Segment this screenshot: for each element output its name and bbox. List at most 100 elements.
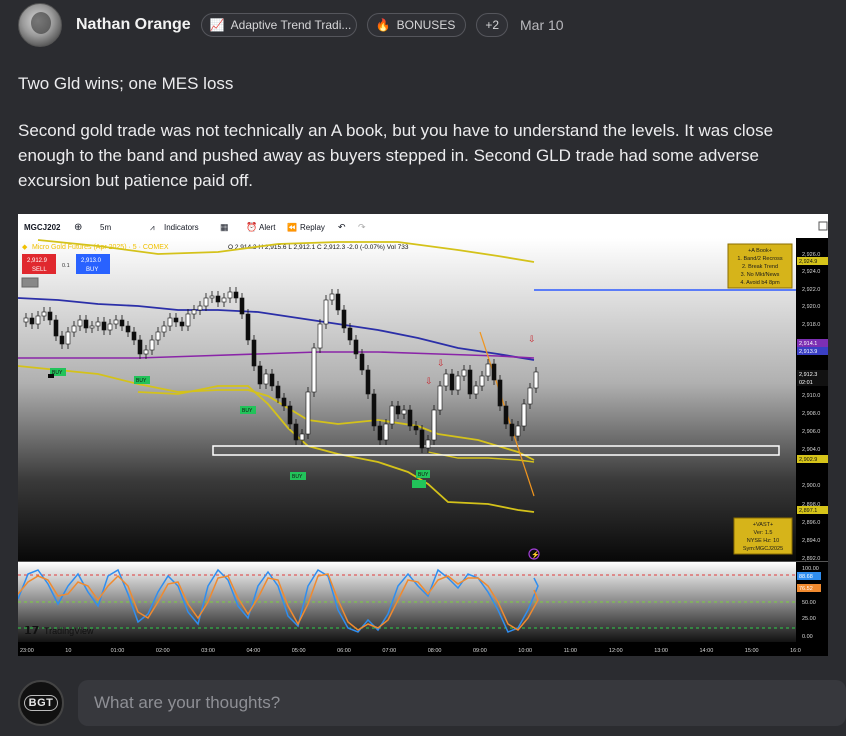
candle-body [137, 339, 143, 355]
chart-icon: 📈 [209, 18, 225, 32]
time-axis-label: 04:00 [247, 648, 261, 654]
redo-icon: ↷ [358, 222, 366, 232]
instrument-label: Micro Gold Futures (Apr 2025) · 5 · COME… [32, 244, 169, 251]
candle-body [479, 375, 485, 387]
sell-label: SELL [32, 267, 47, 273]
candle-body [173, 317, 179, 323]
candle-body [449, 373, 455, 391]
time-axis-label: 01:00 [111, 648, 125, 654]
candle-body [227, 291, 233, 299]
tradingview-watermark: TradingView [44, 626, 94, 636]
candle-body [533, 371, 539, 389]
candle-body [53, 319, 59, 337]
chart-screenshot[interactable]: MGCJ202 ⊕ 5m ⩘ Indicators ▦ ⏰ Alert ⏪ Re… [18, 214, 828, 656]
time-axis-label: 12:00 [609, 648, 623, 654]
candle-body [317, 323, 323, 349]
candle-body [359, 353, 365, 371]
candle-body [389, 405, 395, 425]
candle-body [179, 321, 185, 327]
candle-body [89, 325, 95, 329]
a-book-line: 4. Avoid b4 8pm [740, 280, 780, 286]
price-axis-label: 2,906.0 [802, 429, 820, 435]
candle-body [461, 369, 467, 377]
author-name[interactable]: Nathan Orange [76, 16, 191, 34]
replay-label: Replay [300, 223, 325, 232]
candle-body [509, 423, 515, 437]
candle-body [29, 317, 35, 325]
vast-line: NYSE Hz: 10 [747, 538, 779, 544]
user-avatar[interactable]: BGT [18, 680, 64, 726]
chart-toolbar [18, 214, 828, 238]
candle-body [71, 325, 77, 333]
osc-axis-label: 100.00 [802, 566, 819, 572]
candle-body [47, 311, 53, 321]
osc-axis-label: 50.00 [802, 600, 816, 606]
candle-body [155, 331, 161, 341]
svg-text:BUY: BUY [136, 378, 147, 384]
candle-body [401, 409, 407, 415]
candle-body [149, 339, 155, 351]
alert-icon: ⏰ [246, 221, 257, 232]
svg-text:BUY: BUY [242, 408, 253, 414]
candle-body [251, 339, 257, 367]
candle-body [107, 323, 113, 331]
candle-body [239, 297, 245, 315]
indicators-label: Indicators [164, 223, 199, 232]
add-symbol-icon: ⊕ [74, 222, 82, 233]
candle-body [257, 365, 263, 385]
candle-body [467, 369, 473, 395]
bonuses-tag[interactable]: 🔥 BONUSES [366, 13, 467, 37]
candle-body [347, 327, 353, 341]
more-tags-badge[interactable]: +2 [476, 13, 509, 37]
price-tag-label: 2,914.1 [799, 341, 817, 347]
layout-icon: ▦ [220, 222, 229, 232]
comment-input[interactable] [78, 680, 846, 726]
candle-body [377, 425, 383, 441]
price-axis-label: 2,910.0 [802, 393, 820, 399]
bgt-logo-text: BGT [23, 695, 59, 711]
candle-body [143, 349, 149, 355]
candle-body [95, 321, 101, 327]
candle-body [167, 317, 173, 327]
svg-text:BUY: BUY [292, 474, 303, 480]
time-axis-label: 23:00 [20, 648, 34, 654]
price-tag-label: 2,912.3 [799, 372, 817, 378]
svg-text:BUY: BUY [418, 472, 429, 478]
candle-body [383, 423, 389, 441]
candle-body [41, 311, 47, 317]
alert-label: Alert [259, 223, 276, 232]
indicators-icon: ⩘ [150, 223, 155, 232]
spread-value: 0.1 [62, 263, 70, 269]
candle-body [125, 325, 131, 333]
candle-body [431, 409, 437, 441]
candle-body [341, 309, 347, 329]
sell-price: 2,912.9 [27, 258, 48, 264]
candle-body [119, 319, 125, 327]
undo-icon: ↶ [338, 222, 346, 232]
price-axis-label: 2,908.0 [802, 411, 820, 417]
time-axis-label: 07:00 [382, 648, 396, 654]
svg-text:⚡: ⚡ [531, 550, 540, 559]
course-tag[interactable]: 📈 Adaptive Trend Tradi... [200, 13, 357, 37]
candle-body [455, 375, 461, 391]
osc-axis-label: 0.00 [802, 634, 813, 640]
time-axis-label: 08:00 [428, 648, 442, 654]
candle-body [365, 369, 371, 395]
candle-body [437, 385, 443, 411]
price-axis-label: 2,920.0 [802, 304, 820, 310]
author-avatar[interactable] [18, 3, 62, 47]
buy-label: BUY [86, 267, 98, 273]
candle-body [293, 423, 299, 441]
buy-price: 2,913.0 [81, 258, 102, 264]
candle-body [83, 319, 89, 329]
candle-body [185, 313, 191, 327]
candle-body [329, 293, 335, 301]
tradingview-logo-icon: 𝟭𝟳 [24, 625, 39, 637]
price-pane [18, 238, 796, 561]
replay-icon: ⏪ [287, 222, 297, 232]
candle-body [59, 335, 65, 345]
candle-body [77, 319, 83, 327]
course-tag-label: Adaptive Trend Tradi... [230, 18, 352, 32]
vast-line: +VAST+ [753, 522, 773, 528]
candle-body [101, 321, 107, 331]
